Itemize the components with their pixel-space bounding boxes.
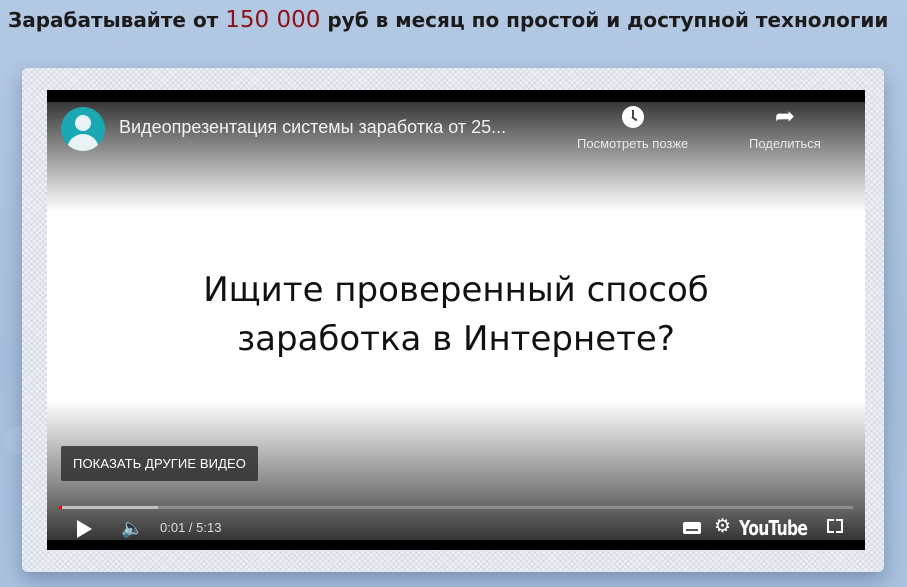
headline-lead: Зарабатывайте от [8, 8, 226, 32]
progress-bar[interactable] [59, 506, 853, 509]
captions-icon[interactable] [683, 522, 701, 534]
share-icon: ➦ [774, 103, 795, 130]
page-headline: Зарабатывайте от 150 000 руб в месяц по … [0, 3, 907, 39]
slide-line-2: заработка в Интернете? [237, 319, 675, 359]
video-title-link[interactable]: Видеопрезентация системы заработка от 25… [119, 117, 506, 138]
video-player[interactable]: Ищите проверенный способ заработка в Инт… [47, 90, 865, 550]
clock-icon [621, 106, 644, 128]
youtube-logo[interactable]: YouTube [739, 516, 808, 540]
share-label: Поделиться [749, 136, 821, 151]
video-slide-text: Ищите проверенный способ заработка в Инт… [47, 266, 865, 364]
headline-amount: 150 000 [225, 7, 321, 33]
play-icon[interactable] [77, 520, 92, 538]
fullscreen-icon[interactable] [827, 519, 843, 533]
volume-icon[interactable]: 🔈 [121, 518, 143, 538]
progress-loaded [59, 506, 159, 509]
time-display: 0:01 / 5:13 [160, 520, 222, 535]
channel-avatar-icon[interactable] [61, 107, 105, 151]
slide-line-1: Ищите проверенный способ [203, 270, 709, 310]
gear-icon[interactable]: ⚙ [714, 517, 731, 537]
show-more-videos-button[interactable]: ПОКАЗАТЬ ДРУГИЕ ВИДЕО [61, 446, 258, 481]
share-button[interactable]: ➦ Поделиться [749, 103, 821, 152]
player-bottom-letterbox [47, 540, 865, 550]
watch-later-label: Посмотреть позже [577, 136, 689, 151]
watch-later-button[interactable]: Посмотреть позже [577, 106, 688, 151]
progress-played [59, 506, 62, 509]
player-controls: 🔈 0:01 / 5:13 ⚙ YouTube [47, 516, 865, 542]
headline-tail: руб в месяц по простой и доступной техно… [320, 8, 889, 32]
player-top-letterbox [47, 90, 865, 102]
